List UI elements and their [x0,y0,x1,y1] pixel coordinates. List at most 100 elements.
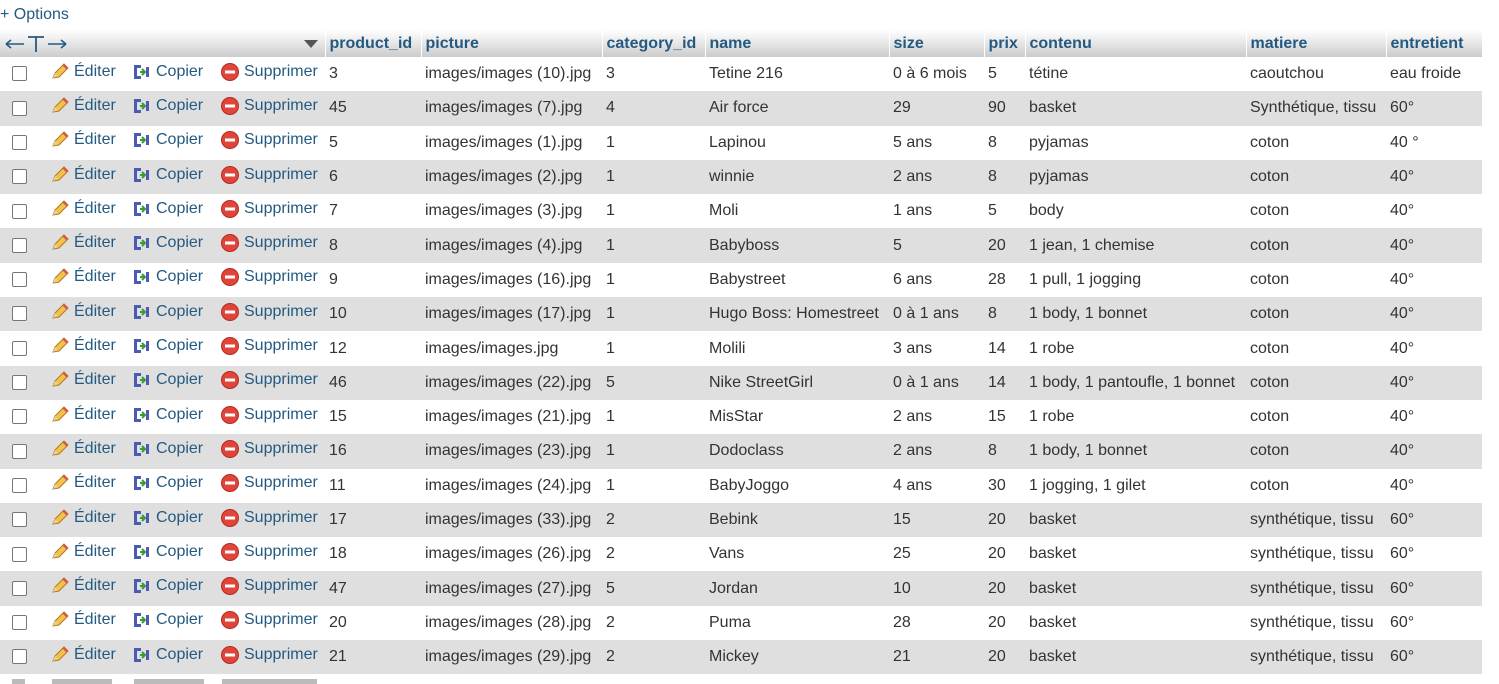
cell-picture[interactable]: images/images (4).jpg [421,228,602,263]
cell-category-id[interactable]: 1 [602,125,705,160]
edit-button[interactable]: Éditer [50,646,116,664]
cell-entretient[interactable]: 60° [1386,537,1482,572]
row-select-cell[interactable] [0,605,46,641]
column-expand-arrows-icon[interactable] [4,34,321,54]
cell-entretient[interactable]: 60° [1386,605,1482,641]
row-select-cell[interactable] [0,57,46,92]
copy-button[interactable]: Copier [132,63,203,81]
cell-picture[interactable]: images/images (21).jpg [421,399,602,435]
row-select-cell[interactable] [0,297,46,332]
edit-cell[interactable]: Éditer [46,537,128,572]
cell-size[interactable]: 5 ans [889,125,984,160]
cell-prix[interactable]: 8 [984,297,1025,332]
cell-entretient[interactable]: 40° [1386,262,1482,298]
row-checkbox[interactable] [12,443,27,459]
cell-category-id[interactable]: 1 [602,297,705,332]
row-select-cell[interactable] [0,571,46,606]
cell-category-id[interactable]: 2 [602,640,705,675]
cell-product-id[interactable]: 20 [325,605,421,641]
cell-matiere[interactable]: coton [1246,365,1386,400]
edit-cell[interactable]: Éditer [46,571,128,606]
row-select-cell[interactable] [0,434,46,469]
cell-entretient[interactable]: 40° [1386,365,1482,400]
cell-entretient[interactable]: 40° [1386,194,1482,229]
cell-name[interactable]: Nike StreetGirl [705,365,889,400]
cell-matiere[interactable]: coton [1246,159,1386,195]
cell-prix[interactable]: 20 [984,502,1025,538]
delete-button[interactable]: Supprimer [220,233,318,253]
cell-matiere[interactable]: coton [1246,194,1386,229]
row-checkbox[interactable] [12,306,27,322]
cell-contenu[interactable]: 1 robe [1025,399,1246,435]
cell-contenu[interactable]: 1 jean, 1 chemise [1025,228,1246,263]
cell-product-id[interactable]: 46 [325,365,421,400]
cell-contenu[interactable]: basket [1025,571,1246,606]
row-checkbox[interactable] [12,580,27,596]
cell-entretient[interactable]: 40° [1386,399,1482,435]
cell-matiere[interactable]: coton [1246,399,1386,435]
cell-category-id[interactable]: 5 [602,365,705,400]
cell-size[interactable]: 15 [889,502,984,538]
cell-picture[interactable]: images/images (29).jpg [421,640,602,675]
cell-category-id[interactable]: 1 [602,262,705,298]
cell-size[interactable]: 10 [889,571,984,606]
cell-name[interactable]: BabyJoggo [705,468,889,503]
edit-cell[interactable]: Éditer [46,468,128,503]
cell-name[interactable]: Molili [705,331,889,366]
cell-contenu[interactable]: 1 jogging, 1 gilet [1025,468,1246,503]
cell-entretient[interactable]: 60° [1386,640,1482,675]
cell-prix[interactable]: 14 [984,365,1025,400]
cell-size[interactable]: 3 ans [889,331,984,366]
cell-prix[interactable]: 90 [984,91,1025,126]
cell-picture[interactable]: images/images (22).jpg [421,365,602,400]
delete-button[interactable]: Supprimer [220,130,318,150]
edit-cell[interactable]: Éditer [46,502,128,538]
copy-cell[interactable]: Copier [128,605,216,641]
delete-cell[interactable]: Supprimer [216,468,325,503]
cell-prix[interactable]: 20 [984,537,1025,572]
cell-picture[interactable]: images/images (33).jpg [421,502,602,538]
row-select-cell[interactable] [0,640,46,675]
cell-prix[interactable]: 15 [984,399,1025,435]
cell-product-id[interactable]: 15 [325,399,421,435]
cell-prix[interactable]: 20 [984,605,1025,641]
cell-contenu[interactable]: basket [1025,91,1246,126]
row-select-cell[interactable] [0,91,46,126]
cell-picture[interactable]: images/images (7).jpg [421,91,602,126]
cell-prix[interactable]: 8 [984,434,1025,469]
cell-product-id[interactable]: 16 [325,434,421,469]
edit-cell[interactable]: Éditer [46,399,128,435]
cell-category-id[interactable]: 1 [602,331,705,366]
delete-cell[interactable]: Supprimer [216,365,325,400]
delete-button[interactable]: Supprimer [220,370,318,390]
row-select-cell[interactable] [0,502,46,538]
cell-product-id[interactable]: 18 [325,537,421,572]
cell-prix[interactable]: 8 [984,159,1025,195]
delete-button[interactable]: Supprimer [220,405,318,425]
edit-cell[interactable]: Éditer [46,297,128,332]
delete-button[interactable]: Supprimer [220,199,318,219]
cell-name[interactable]: Tetine 216 [705,57,889,92]
column-header-matiere[interactable]: matiere [1246,30,1387,57]
row-select-cell[interactable] [0,228,46,263]
cell-contenu[interactable]: pyjamas [1025,159,1246,195]
delete-button[interactable]: Supprimer [220,508,318,528]
cell-category-id[interactable]: 5 [602,571,705,606]
cell-name[interactable]: Dodoclass [705,434,889,469]
delete-button[interactable]: Supprimer [220,62,318,82]
edit-cell[interactable]: Éditer [46,194,128,229]
delete-cell[interactable]: Supprimer [216,262,325,298]
copy-cell[interactable]: Copier [128,194,216,229]
cell-prix[interactable]: 8 [984,125,1025,160]
edit-button[interactable]: Éditer [50,406,116,424]
cell-category-id[interactable]: 2 [602,537,705,572]
cell-picture[interactable]: images/images (28).jpg [421,605,602,641]
cell-picture[interactable]: images/images (1).jpg [421,125,602,160]
column-header-size[interactable]: size [889,30,985,57]
edit-button[interactable]: Éditer [50,474,116,492]
copy-button[interactable]: Copier [132,97,203,115]
column-header-entretient[interactable]: entretient [1386,30,1483,57]
edit-button[interactable]: Éditer [50,440,116,458]
cell-name[interactable]: Bebink [705,502,889,538]
cell-contenu[interactable]: basket [1025,502,1246,538]
